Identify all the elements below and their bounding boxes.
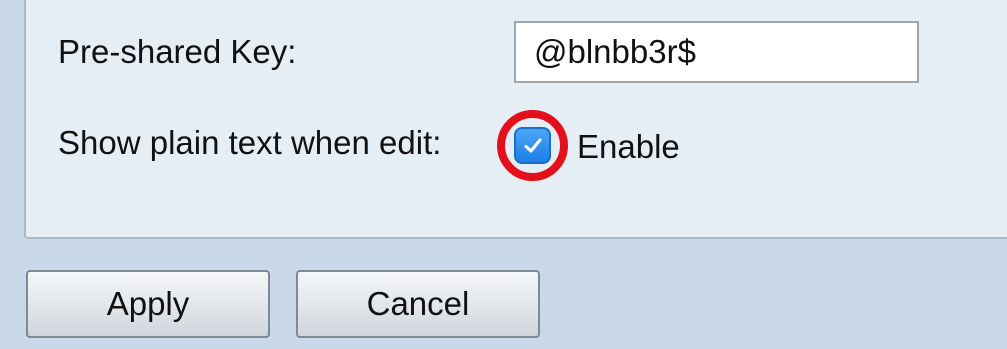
enable-label: Enable [577, 128, 680, 165]
checkmark-icon [524, 138, 541, 152]
apply-button[interactable]: Apply [26, 270, 270, 338]
left-page-edge [0, 0, 22, 349]
show-plain-text-label: Show plain text when edit: [58, 124, 442, 161]
pre-shared-key-label: Pre-shared Key: [58, 33, 297, 70]
show-plain-text-checkbox[interactable] [514, 127, 551, 164]
pre-shared-key-input[interactable] [514, 21, 919, 83]
cancel-button[interactable]: Cancel [296, 270, 540, 338]
